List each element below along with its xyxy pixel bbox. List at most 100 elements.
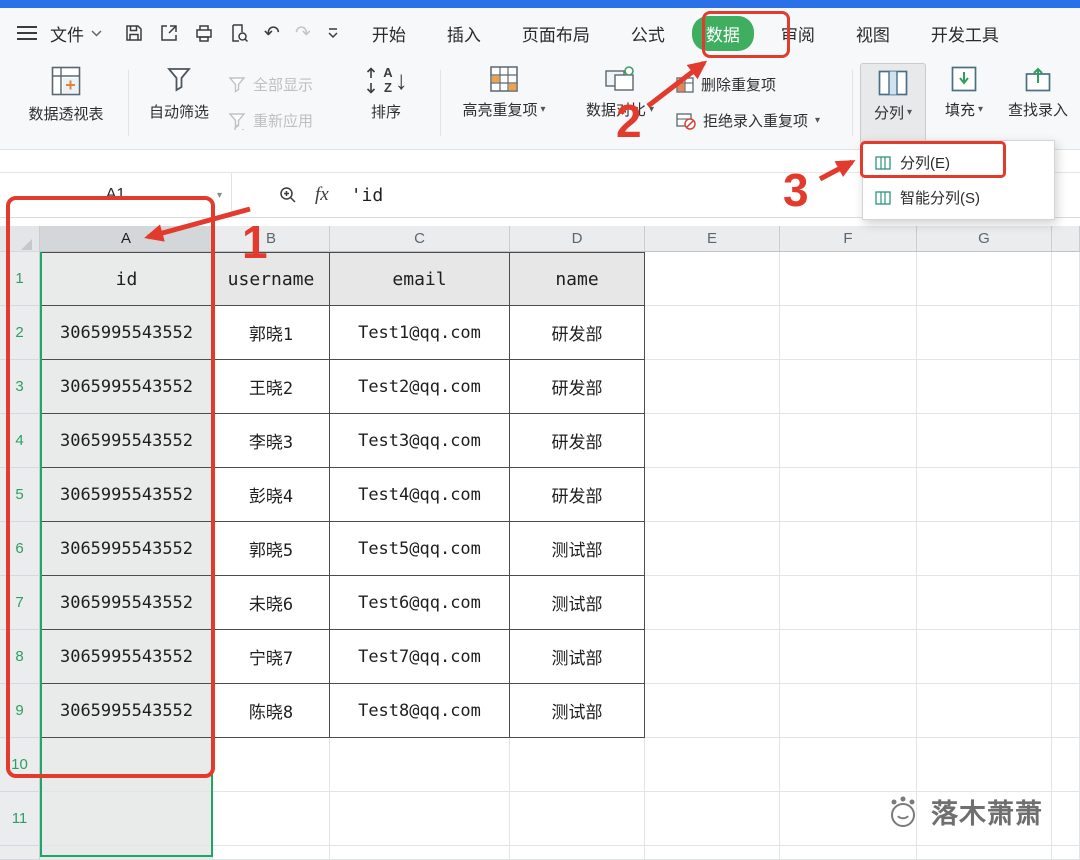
tab-view[interactable]: 视图 [842, 16, 904, 51]
cell-C2[interactable]: Test1@qq.com [330, 306, 510, 360]
cell-A6[interactable]: 3065995543552 [40, 522, 213, 576]
cell-A10[interactable] [40, 738, 213, 792]
cell[interactable] [917, 306, 1052, 360]
tab-review[interactable]: 审阅 [767, 16, 829, 51]
hamburger-menu-icon[interactable] [16, 25, 38, 41]
cell[interactable] [780, 468, 917, 522]
cell-C7[interactable]: Test6@qq.com [330, 576, 510, 630]
col-header-partial[interactable] [1052, 226, 1080, 252]
cell[interactable] [780, 738, 917, 792]
cell[interactable] [330, 738, 510, 792]
cell[interactable] [780, 522, 917, 576]
cell[interactable] [917, 522, 1052, 576]
cell[interactable] [510, 792, 645, 846]
cell[interactable] [780, 846, 917, 860]
cell[interactable] [645, 468, 780, 522]
cell[interactable] [917, 846, 1052, 860]
file-menu-button[interactable]: 文件 [50, 21, 102, 46]
menu-item-smart-split[interactable]: 智能分列(S) [863, 180, 1054, 215]
cell-C4[interactable]: Test3@qq.com [330, 414, 510, 468]
cell[interactable] [645, 846, 780, 860]
highlight-duplicates-button[interactable]: 高亮重复项 ▾ [450, 66, 558, 120]
select-all-corner[interactable] [0, 226, 40, 252]
tab-home[interactable]: 开始 [358, 16, 420, 51]
cell[interactable] [1052, 468, 1080, 522]
redo-icon[interactable]: ↷ [295, 24, 311, 43]
row-header-2[interactable]: 2 [0, 306, 40, 360]
cell-A8[interactable]: 3065995543552 [40, 630, 213, 684]
remove-duplicates-button[interactable]: 删除重复项 [676, 74, 776, 95]
cell[interactable] [1052, 414, 1080, 468]
cell-A9[interactable]: 3065995543552 [40, 684, 213, 738]
cell-D2[interactable]: 研发部 [510, 306, 645, 360]
cell-C5[interactable]: Test4@qq.com [330, 468, 510, 522]
show-all-button[interactable]: 全部显示 [228, 74, 313, 95]
split-columns-button[interactable]: 分列 ▾ [860, 63, 926, 145]
tab-page-layout[interactable]: 页面布局 [508, 16, 604, 51]
cell[interactable] [645, 738, 780, 792]
toolbar-more-icon[interactable] [326, 25, 340, 41]
row-header-1[interactable]: 1 [0, 252, 40, 306]
cell[interactable] [1052, 846, 1080, 860]
cell-B2[interactable]: 郭晓1 [213, 306, 330, 360]
find-entry-button[interactable]: 查找录入 [1000, 66, 1076, 120]
cell[interactable] [917, 576, 1052, 630]
cell[interactable] [213, 738, 330, 792]
cell[interactable] [1052, 576, 1080, 630]
cell[interactable] [1052, 306, 1080, 360]
cell[interactable] [330, 846, 510, 860]
cell[interactable] [917, 252, 1052, 306]
cell[interactable] [917, 360, 1052, 414]
cell[interactable] [510, 738, 645, 792]
cell[interactable] [645, 360, 780, 414]
cell[interactable] [645, 252, 780, 306]
row-header-8[interactable]: 8 [0, 630, 40, 684]
cell-C1[interactable]: email [330, 252, 510, 306]
cell-A7[interactable]: 3065995543552 [40, 576, 213, 630]
cell[interactable] [40, 846, 213, 860]
row-header-7[interactable]: 7 [0, 576, 40, 630]
cell-D4[interactable]: 研发部 [510, 414, 645, 468]
cell[interactable] [510, 846, 645, 860]
row-header-10[interactable]: 10 [0, 738, 40, 792]
cell-D6[interactable]: 测试部 [510, 522, 645, 576]
cell[interactable] [780, 684, 917, 738]
cell[interactable] [1052, 522, 1080, 576]
cell[interactable] [645, 792, 780, 846]
cell[interactable] [645, 306, 780, 360]
cell[interactable] [780, 306, 917, 360]
cell-D1[interactable]: name [510, 252, 645, 306]
cell[interactable] [1052, 792, 1080, 846]
row-header-3[interactable]: 3 [0, 360, 40, 414]
col-header-D[interactable]: D [510, 226, 645, 252]
cell-B9[interactable]: 陈晓8 [213, 684, 330, 738]
cell[interactable] [330, 792, 510, 846]
magnifier-icon[interactable] [278, 185, 298, 205]
cell[interactable] [780, 576, 917, 630]
export-icon[interactable] [159, 23, 179, 43]
formula-input[interactable]: 'id [351, 185, 384, 206]
cell-A2[interactable]: 3065995543552 [40, 306, 213, 360]
cell[interactable] [780, 252, 917, 306]
cell[interactable] [1052, 738, 1080, 792]
cell-A11[interactable] [40, 792, 213, 846]
print-preview-icon[interactable] [229, 23, 249, 43]
cell[interactable] [1052, 684, 1080, 738]
cell[interactable] [917, 630, 1052, 684]
row-header-5[interactable]: 5 [0, 468, 40, 522]
sort-button[interactable]: AZ ↓ 排序 [342, 66, 430, 122]
cell-B8[interactable]: 宁晓7 [213, 630, 330, 684]
fill-button[interactable]: 填充 ▾ [936, 66, 992, 120]
col-header-A[interactable]: A [40, 226, 213, 252]
insert-function-fx-icon[interactable]: fx [315, 184, 329, 206]
row-header-4[interactable]: 4 [0, 414, 40, 468]
cell-D7[interactable]: 测试部 [510, 576, 645, 630]
cell-D5[interactable]: 研发部 [510, 468, 645, 522]
data-compare-button[interactable]: 数据对比 ▾ [570, 66, 670, 120]
cell-B6[interactable]: 郭晓5 [213, 522, 330, 576]
cell-D9[interactable]: 测试部 [510, 684, 645, 738]
tab-formulas[interactable]: 公式 [617, 16, 679, 51]
row-header-9[interactable]: 9 [0, 684, 40, 738]
cell[interactable] [917, 468, 1052, 522]
cell[interactable] [645, 414, 780, 468]
